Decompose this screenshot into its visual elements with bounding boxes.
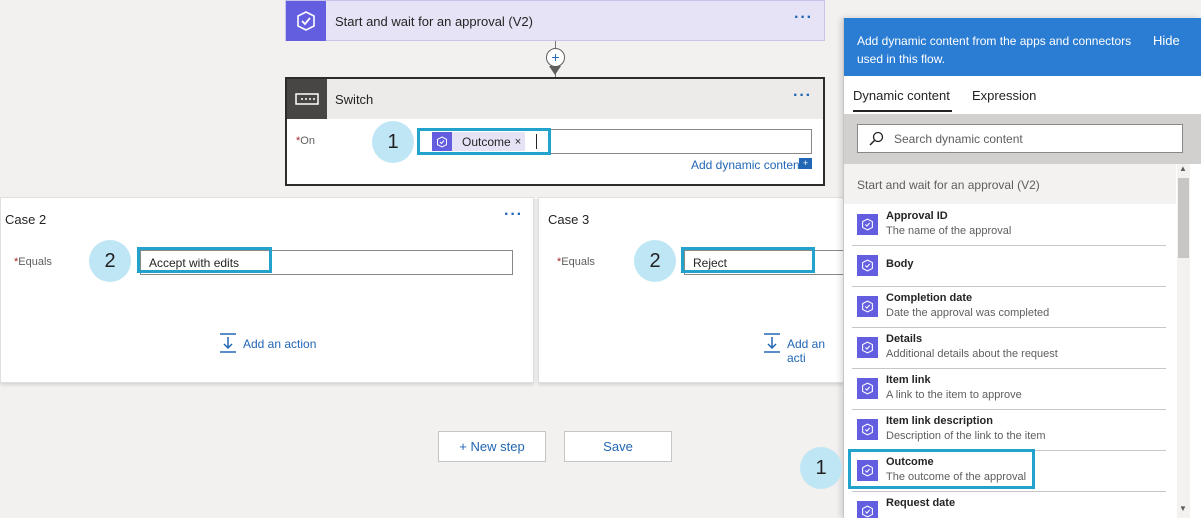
- item-name: Request date: [886, 497, 956, 509]
- dynamic-item-request-date[interactable]: Request date: [852, 493, 1166, 518]
- dynamic-item-item-link-description[interactable]: Item link description Description of the…: [852, 411, 1166, 451]
- search-placeholder: Search dynamic content: [894, 132, 1023, 146]
- add-action-icon[interactable]: [763, 333, 781, 356]
- insert-step-button[interactable]: +: [546, 48, 565, 67]
- item-desc: Date the approval was completed: [886, 307, 1050, 319]
- approval-icon: [857, 214, 878, 235]
- dynamic-panel-header-text: Add dynamic content from the apps and co…: [857, 34, 1132, 66]
- switch-header[interactable]: Switch ···: [287, 79, 823, 119]
- callout-1-switch: 1: [372, 121, 414, 163]
- case-2-highlight: [137, 247, 272, 273]
- equals-label-text: Equals: [561, 256, 595, 268]
- case-3-add-action-link[interactable]: Add an acti: [787, 337, 847, 365]
- case-2-card: Case 2 ··· *Equals Accept with edits Add…: [0, 197, 534, 383]
- callout-2-case2: 2: [89, 240, 131, 282]
- tab-expression[interactable]: Expression: [972, 88, 1036, 103]
- approval-action-card[interactable]: Start and wait for an approval (V2) ···: [285, 0, 825, 41]
- item-desc: Additional details about the request: [886, 348, 1058, 360]
- search-icon: [869, 131, 884, 149]
- hide-button[interactable]: Hide: [1153, 33, 1180, 48]
- item-name: Body: [886, 258, 914, 270]
- switch-card: Switch ··· *On Outcome × Add dynamic con…: [285, 77, 825, 186]
- approval-icon: [857, 419, 878, 440]
- dynamic-item-approval-id[interactable]: Approval ID The name of the approval: [852, 206, 1166, 246]
- case-2-title: Case 2: [5, 212, 47, 227]
- approval-icon: [857, 296, 878, 317]
- item-name: Item link: [886, 374, 931, 386]
- callout-2-case3: 2: [634, 240, 676, 282]
- outcome-highlight: [417, 128, 551, 155]
- outcome-item-highlight: [848, 449, 1035, 489]
- item-name: Details: [886, 333, 923, 345]
- item-desc: Description of the link to the item: [886, 430, 1046, 442]
- case-3-equals-label: *Equals: [557, 256, 595, 268]
- approval-icon: [857, 378, 878, 399]
- switch-title: Switch: [335, 92, 374, 107]
- on-label: *On: [296, 135, 315, 147]
- scroll-thumb[interactable]: [1178, 178, 1189, 258]
- save-button[interactable]: Save: [564, 431, 672, 462]
- dynamic-item-completion-date[interactable]: Completion date Date the approval was co…: [852, 288, 1166, 328]
- section-header-text: Start and wait for an approval (V2): [857, 178, 1040, 192]
- case-2-add-action-link[interactable]: Add an action: [243, 337, 316, 351]
- approval-menu-button[interactable]: ···: [794, 9, 813, 27]
- active-tab-indicator: [853, 110, 952, 112]
- equals-label-text: Equals: [18, 256, 52, 268]
- item-name: Completion date: [886, 292, 973, 304]
- scroll-down-icon[interactable]: ▼: [1179, 504, 1187, 513]
- item-desc: A link to the item to approve: [886, 389, 1022, 401]
- approval-icon: [857, 501, 878, 518]
- search-area: Search dynamic content: [844, 114, 1201, 164]
- panel-scrollbar[interactable]: ▲ ▼: [1177, 164, 1190, 518]
- item-name: Item link description: [886, 415, 993, 427]
- add-dynamic-content-link[interactable]: Add dynamic content: [691, 158, 803, 172]
- switch-menu-button[interactable]: ···: [793, 87, 812, 105]
- section-header: Start and wait for an approval (V2): [844, 164, 1176, 204]
- dynamic-item-details[interactable]: Details Additional details about the req…: [852, 329, 1166, 369]
- tab-dynamic-content[interactable]: Dynamic content: [853, 88, 950, 103]
- approval-icon: [857, 255, 878, 276]
- item-desc: The name of the approval: [886, 225, 1012, 237]
- item-name: Approval ID: [886, 210, 948, 222]
- on-label-text: On: [300, 135, 315, 147]
- scroll-up-icon[interactable]: ▲: [1179, 164, 1187, 173]
- dynamic-item-item-link[interactable]: Item link A link to the item to approve: [852, 370, 1166, 410]
- dynamic-item-body[interactable]: Body: [852, 247, 1166, 287]
- dynamic-panel-header: Add dynamic content from the apps and co…: [844, 18, 1201, 76]
- callout-1-panel: 1: [800, 447, 842, 489]
- add-action-icon[interactable]: [219, 333, 237, 356]
- approval-title: Start and wait for an approval (V2): [335, 14, 533, 29]
- case-3-card: Case 3 *Equals Reject Add an acti: [538, 197, 854, 383]
- case-3-title: Case 3: [548, 212, 590, 227]
- connector-arrow-icon: [549, 66, 561, 75]
- approval-icon: [286, 1, 326, 41]
- case-3-highlight: [681, 247, 815, 273]
- new-step-button[interactable]: + New step: [438, 431, 546, 462]
- dynamic-content-panel: Add dynamic content from the apps and co…: [843, 18, 1201, 518]
- search-dynamic-input[interactable]: Search dynamic content: [857, 124, 1183, 153]
- switch-icon: [287, 79, 327, 119]
- case-2-equals-label: *Equals: [14, 256, 52, 268]
- approval-icon: [857, 337, 878, 358]
- add-dynamic-content-icon[interactable]: +: [799, 158, 812, 169]
- case-2-menu-button[interactable]: ···: [504, 206, 523, 224]
